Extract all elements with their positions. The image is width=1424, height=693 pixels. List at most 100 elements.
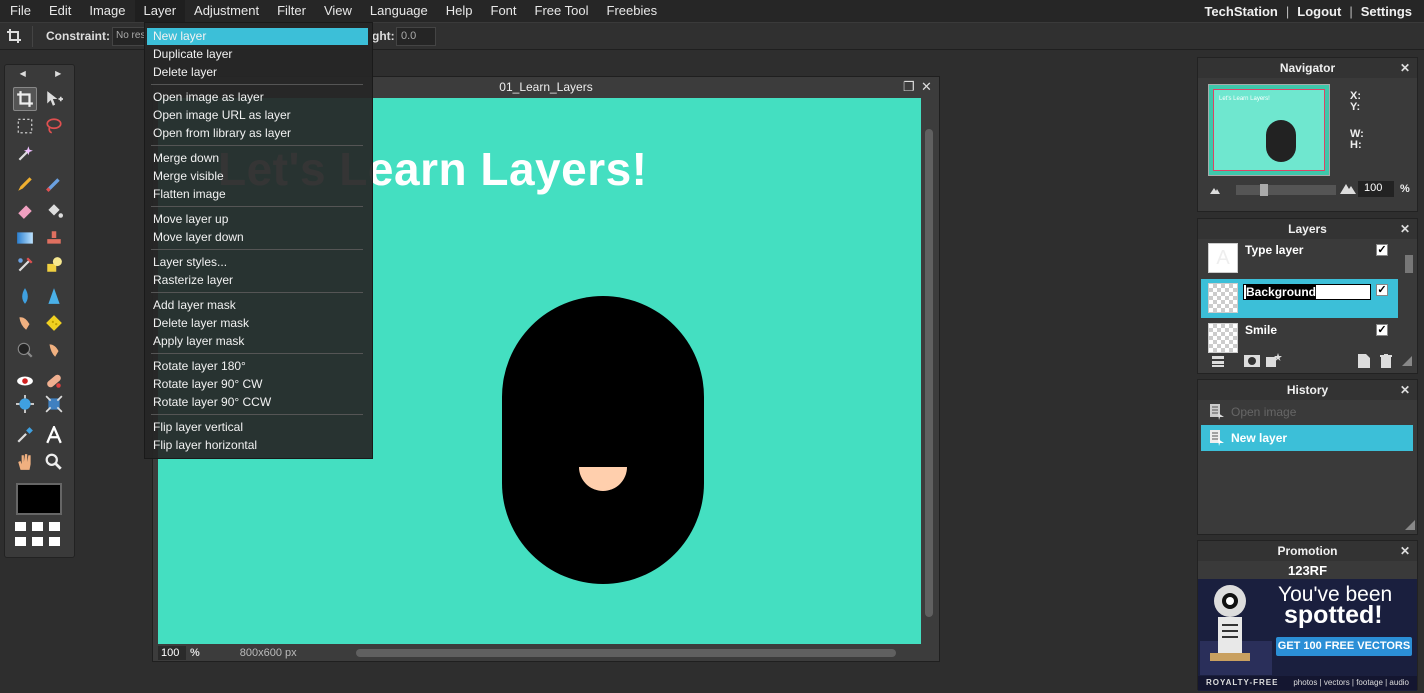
menu-merge-visible[interactable]: Merge visible: [147, 168, 368, 185]
menu-apply-layer-mask[interactable]: Apply layer mask: [147, 333, 368, 350]
menu-add-layer-mask[interactable]: Add layer mask: [147, 297, 368, 314]
pinch-tool[interactable]: [42, 392, 66, 416]
marquee-tool[interactable]: [13, 114, 37, 138]
resize-grip-icon[interactable]: [1405, 520, 1415, 530]
menu-delete-layer[interactable]: Delete layer: [147, 64, 368, 81]
menu-image[interactable]: Image: [80, 0, 134, 22]
sponge-tool[interactable]: [42, 311, 66, 335]
close-icon[interactable]: ✕: [1400, 380, 1410, 400]
username-link[interactable]: TechStation: [1204, 4, 1277, 19]
menu-new-layer[interactable]: New layer: [147, 28, 368, 45]
menu-merge-down[interactable]: Merge down: [147, 150, 368, 167]
layers-scrollbar[interactable]: [1404, 241, 1414, 345]
height-input[interactable]: 0.0: [396, 27, 436, 46]
menu-language[interactable]: Language: [361, 0, 437, 22]
arrow-left-icon[interactable]: ◀: [20, 69, 26, 81]
menu-help[interactable]: Help: [437, 0, 482, 22]
menu-flip-vertical[interactable]: Flip layer vertical: [147, 419, 368, 436]
menu-layer[interactable]: Layer: [134, 0, 186, 22]
close-icon[interactable]: ✕: [1400, 219, 1410, 239]
zoom-input[interactable]: 100: [158, 646, 186, 660]
zoom-in-mountain-icon[interactable]: [1340, 182, 1356, 194]
scroll-thumb[interactable]: [925, 129, 933, 617]
logout-link[interactable]: Logout: [1297, 4, 1341, 19]
drawing-tool[interactable]: [42, 253, 66, 277]
zoom-tool[interactable]: [42, 450, 66, 474]
brand-logo[interactable]: 123RF: [1198, 563, 1417, 578]
menu-move-layer-up[interactable]: Move layer up: [147, 211, 368, 228]
layer-styles-icon[interactable]: [1266, 353, 1282, 367]
magic-wand-tool[interactable]: [13, 141, 37, 165]
zoom-slider[interactable]: [1236, 184, 1336, 196]
clone-stamp-tool[interactable]: [42, 226, 66, 250]
menu-rotate-90-cw[interactable]: Rotate layer 90° CW: [147, 376, 368, 393]
menu-free-tool[interactable]: Free Tool: [526, 0, 598, 22]
bloat-tool[interactable]: [13, 392, 37, 416]
settings-link[interactable]: Settings: [1361, 4, 1412, 19]
menu-rotate-180[interactable]: Rotate layer 180°: [147, 358, 368, 375]
grid-view-icon[interactable]: [15, 522, 61, 548]
promo-banner[interactable]: You've been spotted! GET 100 FREE VECTOR…: [1198, 579, 1417, 691]
gradient-tool[interactable]: [13, 226, 37, 250]
navigator-viewport[interactable]: Let's Learn Layers!: [1213, 89, 1325, 171]
menu-open-url-as-layer[interactable]: Open image URL as layer: [147, 107, 368, 124]
menu-edit[interactable]: Edit: [40, 0, 80, 22]
bucket-tool[interactable]: [42, 199, 66, 223]
menu-file[interactable]: File: [0, 0, 40, 22]
resize-grip-icon[interactable]: [1402, 356, 1412, 366]
menu-open-library-as-layer[interactable]: Open from library as layer: [147, 125, 368, 142]
vertical-scrollbar[interactable]: [923, 121, 935, 645]
visibility-checkbox[interactable]: ✓: [1376, 284, 1388, 296]
history-item[interactable]: Open image: [1201, 399, 1413, 425]
menu-view[interactable]: View: [315, 0, 361, 22]
horizontal-scroll-thumb[interactable]: [356, 649, 896, 657]
menu-flip-horizontal[interactable]: Flip layer horizontal: [147, 437, 368, 454]
pencil-tool[interactable]: [13, 172, 37, 196]
arrow-right-icon[interactable]: ▶: [55, 69, 61, 81]
tools-collapse-arrows[interactable]: ◀ ▶: [5, 69, 76, 81]
menu-freebies[interactable]: Freebies: [598, 0, 667, 22]
zoom-slider-thumb[interactable]: [1260, 184, 1268, 196]
layer-mask-icon[interactable]: [1244, 355, 1260, 367]
red-eye-tool[interactable]: [13, 369, 37, 393]
menu-open-image-as-layer[interactable]: Open image as layer: [147, 89, 368, 106]
eraser-tool[interactable]: [13, 199, 37, 223]
menu-layer-styles[interactable]: Layer styles...: [147, 254, 368, 271]
menu-adjustment[interactable]: Adjustment: [185, 0, 268, 22]
lasso-tool[interactable]: [42, 114, 66, 138]
type-tool[interactable]: [42, 423, 66, 447]
menu-move-layer-down[interactable]: Move layer down: [147, 229, 368, 246]
close-icon[interactable]: ✕: [1400, 58, 1410, 78]
scroll-thumb[interactable]: [1405, 255, 1413, 273]
blur-tool[interactable]: [13, 284, 37, 308]
visibility-checkbox[interactable]: ✓: [1376, 244, 1388, 256]
trash-icon[interactable]: [1380, 354, 1392, 368]
menu-rotate-90-ccw[interactable]: Rotate layer 90° CCW: [147, 394, 368, 411]
menu-filter[interactable]: Filter: [268, 0, 315, 22]
menu-delete-layer-mask[interactable]: Delete layer mask: [147, 315, 368, 332]
close-icon[interactable]: ✕: [1400, 541, 1410, 561]
layer-settings-icon[interactable]: [1212, 355, 1224, 367]
get-vectors-button[interactable]: GET 100 FREE VECTORS: [1276, 637, 1412, 656]
dodge-tool[interactable]: [42, 338, 66, 362]
navigator-zoom-input[interactable]: 100: [1358, 181, 1394, 197]
navigator-preview[interactable]: Let's Learn Layers!: [1208, 84, 1330, 176]
close-icon[interactable]: ✕: [921, 79, 932, 95]
new-layer-icon[interactable]: [1358, 354, 1370, 368]
smudge-tool[interactable]: [13, 311, 37, 335]
restore-icon[interactable]: ❐: [903, 79, 915, 95]
menu-rasterize-layer[interactable]: Rasterize layer: [147, 272, 368, 289]
visibility-checkbox[interactable]: ✓: [1376, 324, 1388, 336]
brush-tool[interactable]: [42, 172, 66, 196]
layer-row-type[interactable]: A Type layer ✓: [1201, 239, 1398, 278]
move-tool[interactable]: [42, 87, 66, 111]
burn-tool[interactable]: [13, 338, 37, 362]
color-swatch[interactable]: [16, 483, 62, 515]
hand-tool[interactable]: [13, 450, 37, 474]
color-replace-tool[interactable]: [13, 253, 37, 277]
constraint-select[interactable]: No res: [112, 27, 146, 46]
spot-heal-tool[interactable]: [42, 369, 66, 393]
sharpen-tool[interactable]: [42, 284, 66, 308]
layer-name-input[interactable]: Background: [1243, 284, 1371, 300]
color-picker-tool[interactable]: [13, 423, 37, 447]
